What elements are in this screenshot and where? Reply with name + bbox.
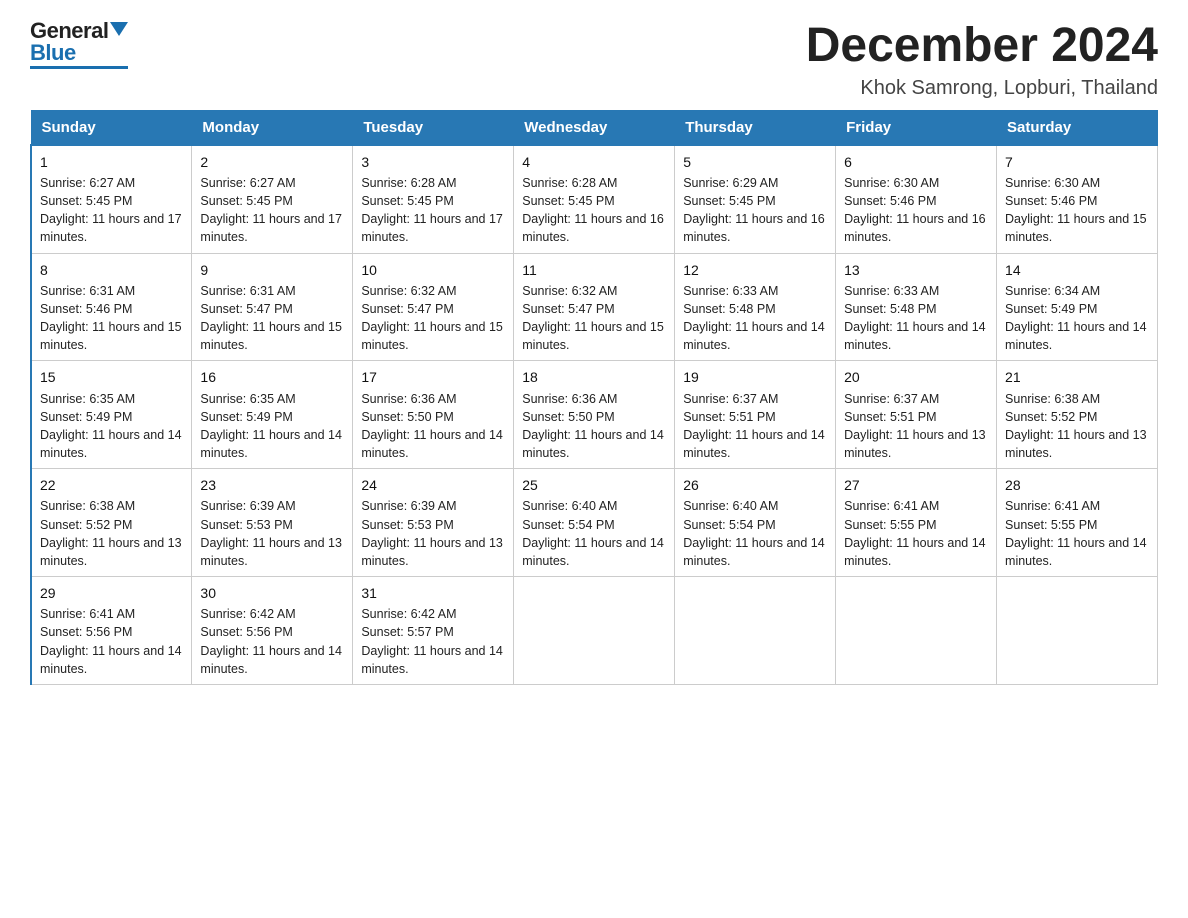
day-number: 31 <box>361 583 505 603</box>
day-number: 24 <box>361 475 505 495</box>
calendar-header-row: SundayMondayTuesdayWednesdayThursdayFrid… <box>31 110 1158 145</box>
day-number: 2 <box>200 152 344 172</box>
calendar-cell: 23Sunrise: 6:39 AMSunset: 5:53 PMDayligh… <box>192 469 353 577</box>
calendar-week-row: 22Sunrise: 6:38 AMSunset: 5:52 PMDayligh… <box>31 469 1158 577</box>
calendar-cell: 14Sunrise: 6:34 AMSunset: 5:49 PMDayligh… <box>997 253 1158 361</box>
day-number: 19 <box>683 367 827 387</box>
day-number: 15 <box>40 367 183 387</box>
day-number: 22 <box>40 475 183 495</box>
calendar-cell: 19Sunrise: 6:37 AMSunset: 5:51 PMDayligh… <box>675 361 836 469</box>
day-number: 6 <box>844 152 988 172</box>
calendar-cell: 10Sunrise: 6:32 AMSunset: 5:47 PMDayligh… <box>353 253 514 361</box>
calendar-cell: 4Sunrise: 6:28 AMSunset: 5:45 PMDaylight… <box>514 145 675 253</box>
calendar-cell: 27Sunrise: 6:41 AMSunset: 5:55 PMDayligh… <box>836 469 997 577</box>
calendar-cell <box>675 576 836 684</box>
calendar-cell: 30Sunrise: 6:42 AMSunset: 5:56 PMDayligh… <box>192 576 353 684</box>
calendar-cell: 18Sunrise: 6:36 AMSunset: 5:50 PMDayligh… <box>514 361 675 469</box>
day-number: 26 <box>683 475 827 495</box>
calendar-cell <box>997 576 1158 684</box>
calendar-cell: 24Sunrise: 6:39 AMSunset: 5:53 PMDayligh… <box>353 469 514 577</box>
day-number: 8 <box>40 260 183 280</box>
day-number: 17 <box>361 367 505 387</box>
logo-underline <box>30 66 128 69</box>
page-header: General Blue December 2024 Khok Samrong,… <box>30 20 1158 100</box>
day-number: 25 <box>522 475 666 495</box>
calendar-cell: 21Sunrise: 6:38 AMSunset: 5:52 PMDayligh… <box>997 361 1158 469</box>
calendar-week-row: 8Sunrise: 6:31 AMSunset: 5:46 PMDaylight… <box>31 253 1158 361</box>
calendar-table: SundayMondayTuesdayWednesdayThursdayFrid… <box>30 110 1158 685</box>
calendar-cell: 25Sunrise: 6:40 AMSunset: 5:54 PMDayligh… <box>514 469 675 577</box>
calendar-cell: 9Sunrise: 6:31 AMSunset: 5:47 PMDaylight… <box>192 253 353 361</box>
day-number: 29 <box>40 583 183 603</box>
day-number: 23 <box>200 475 344 495</box>
calendar-cell <box>514 576 675 684</box>
calendar-cell <box>836 576 997 684</box>
calendar-cell: 13Sunrise: 6:33 AMSunset: 5:48 PMDayligh… <box>836 253 997 361</box>
day-number: 5 <box>683 152 827 172</box>
day-number: 4 <box>522 152 666 172</box>
day-number: 30 <box>200 583 344 603</box>
calendar-week-row: 29Sunrise: 6:41 AMSunset: 5:56 PMDayligh… <box>31 576 1158 684</box>
weekday-header-wednesday: Wednesday <box>514 110 675 145</box>
day-number: 7 <box>1005 152 1149 172</box>
day-number: 14 <box>1005 260 1149 280</box>
calendar-cell: 1Sunrise: 6:27 AMSunset: 5:45 PMDaylight… <box>31 145 192 253</box>
calendar-cell: 8Sunrise: 6:31 AMSunset: 5:46 PMDaylight… <box>31 253 192 361</box>
calendar-cell: 16Sunrise: 6:35 AMSunset: 5:49 PMDayligh… <box>192 361 353 469</box>
calendar-cell: 5Sunrise: 6:29 AMSunset: 5:45 PMDaylight… <box>675 145 836 253</box>
day-number: 18 <box>522 367 666 387</box>
calendar-cell: 6Sunrise: 6:30 AMSunset: 5:46 PMDaylight… <box>836 145 997 253</box>
calendar-cell: 12Sunrise: 6:33 AMSunset: 5:48 PMDayligh… <box>675 253 836 361</box>
calendar-cell: 7Sunrise: 6:30 AMSunset: 5:46 PMDaylight… <box>997 145 1158 253</box>
month-title: December 2024 <box>806 20 1158 73</box>
calendar-cell: 17Sunrise: 6:36 AMSunset: 5:50 PMDayligh… <box>353 361 514 469</box>
calendar-cell: 29Sunrise: 6:41 AMSunset: 5:56 PMDayligh… <box>31 576 192 684</box>
logo-triangle-icon <box>110 22 128 36</box>
calendar-cell: 26Sunrise: 6:40 AMSunset: 5:54 PMDayligh… <box>675 469 836 577</box>
day-number: 13 <box>844 260 988 280</box>
day-number: 10 <box>361 260 505 280</box>
day-number: 12 <box>683 260 827 280</box>
day-number: 27 <box>844 475 988 495</box>
day-number: 11 <box>522 260 666 280</box>
calendar-cell: 31Sunrise: 6:42 AMSunset: 5:57 PMDayligh… <box>353 576 514 684</box>
calendar-cell: 15Sunrise: 6:35 AMSunset: 5:49 PMDayligh… <box>31 361 192 469</box>
day-number: 9 <box>200 260 344 280</box>
calendar-cell: 11Sunrise: 6:32 AMSunset: 5:47 PMDayligh… <box>514 253 675 361</box>
calendar-cell: 2Sunrise: 6:27 AMSunset: 5:45 PMDaylight… <box>192 145 353 253</box>
location-title: Khok Samrong, Lopburi, Thailand <box>806 77 1158 100</box>
day-number: 20 <box>844 367 988 387</box>
calendar-cell: 28Sunrise: 6:41 AMSunset: 5:55 PMDayligh… <box>997 469 1158 577</box>
weekday-header-saturday: Saturday <box>997 110 1158 145</box>
day-number: 16 <box>200 367 344 387</box>
day-number: 28 <box>1005 475 1149 495</box>
calendar-week-row: 1Sunrise: 6:27 AMSunset: 5:45 PMDaylight… <box>31 145 1158 253</box>
day-number: 21 <box>1005 367 1149 387</box>
weekday-header-thursday: Thursday <box>675 110 836 145</box>
weekday-header-monday: Monday <box>192 110 353 145</box>
weekday-header-sunday: Sunday <box>31 110 192 145</box>
calendar-week-row: 15Sunrise: 6:35 AMSunset: 5:49 PMDayligh… <box>31 361 1158 469</box>
logo-general-text: General <box>30 20 108 42</box>
title-block: December 2024 Khok Samrong, Lopburi, Tha… <box>806 20 1158 100</box>
logo-blue-text: Blue <box>30 42 128 64</box>
weekday-header-tuesday: Tuesday <box>353 110 514 145</box>
weekday-header-friday: Friday <box>836 110 997 145</box>
calendar-cell: 3Sunrise: 6:28 AMSunset: 5:45 PMDaylight… <box>353 145 514 253</box>
logo: General Blue <box>30 20 128 69</box>
calendar-cell: 22Sunrise: 6:38 AMSunset: 5:52 PMDayligh… <box>31 469 192 577</box>
day-number: 3 <box>361 152 505 172</box>
calendar-cell: 20Sunrise: 6:37 AMSunset: 5:51 PMDayligh… <box>836 361 997 469</box>
day-number: 1 <box>40 152 183 172</box>
